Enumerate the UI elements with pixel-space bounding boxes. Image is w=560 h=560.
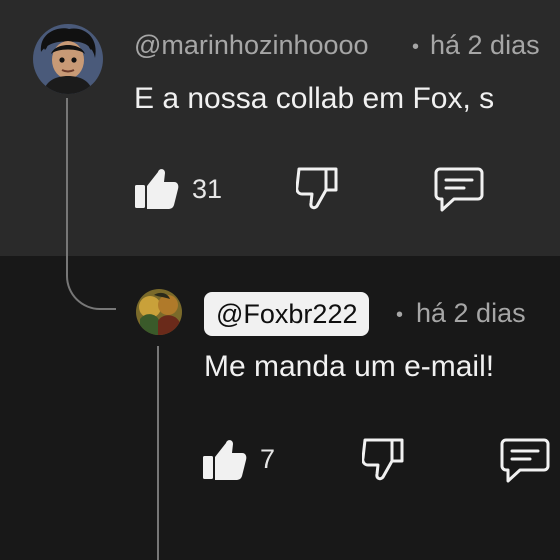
dislike-icon[interactable] <box>296 165 340 211</box>
avatar-marinhozinhoooo[interactable] <box>33 24 103 94</box>
reply-icon[interactable] <box>434 165 484 213</box>
comment-text: Me manda um e-mail! <box>204 350 495 383</box>
like-count: 7 <box>260 444 276 474</box>
comment-timestamp: há 2 dias <box>430 30 540 60</box>
dislike-icon[interactable] <box>362 436 406 482</box>
thread-connector-line <box>66 98 116 310</box>
author-chip[interactable]: @Foxbr222 <box>204 292 370 336</box>
comment-timestamp: há 2 dias <box>416 298 526 328</box>
separator-dot: • <box>412 36 420 58</box>
reply-icon[interactable] <box>500 436 550 484</box>
reply-thread-line <box>157 346 159 560</box>
like-count: 31 <box>192 174 223 204</box>
like-icon[interactable] <box>135 165 179 211</box>
comment-text: E a nossa collab em Fox, s <box>134 82 495 115</box>
like-icon[interactable] <box>203 436 247 482</box>
separator-dot: • <box>396 304 404 326</box>
comment-author[interactable]: @marinhozinhoooo <box>134 30 369 61</box>
avatar-foxbr222[interactable] <box>136 289 182 335</box>
